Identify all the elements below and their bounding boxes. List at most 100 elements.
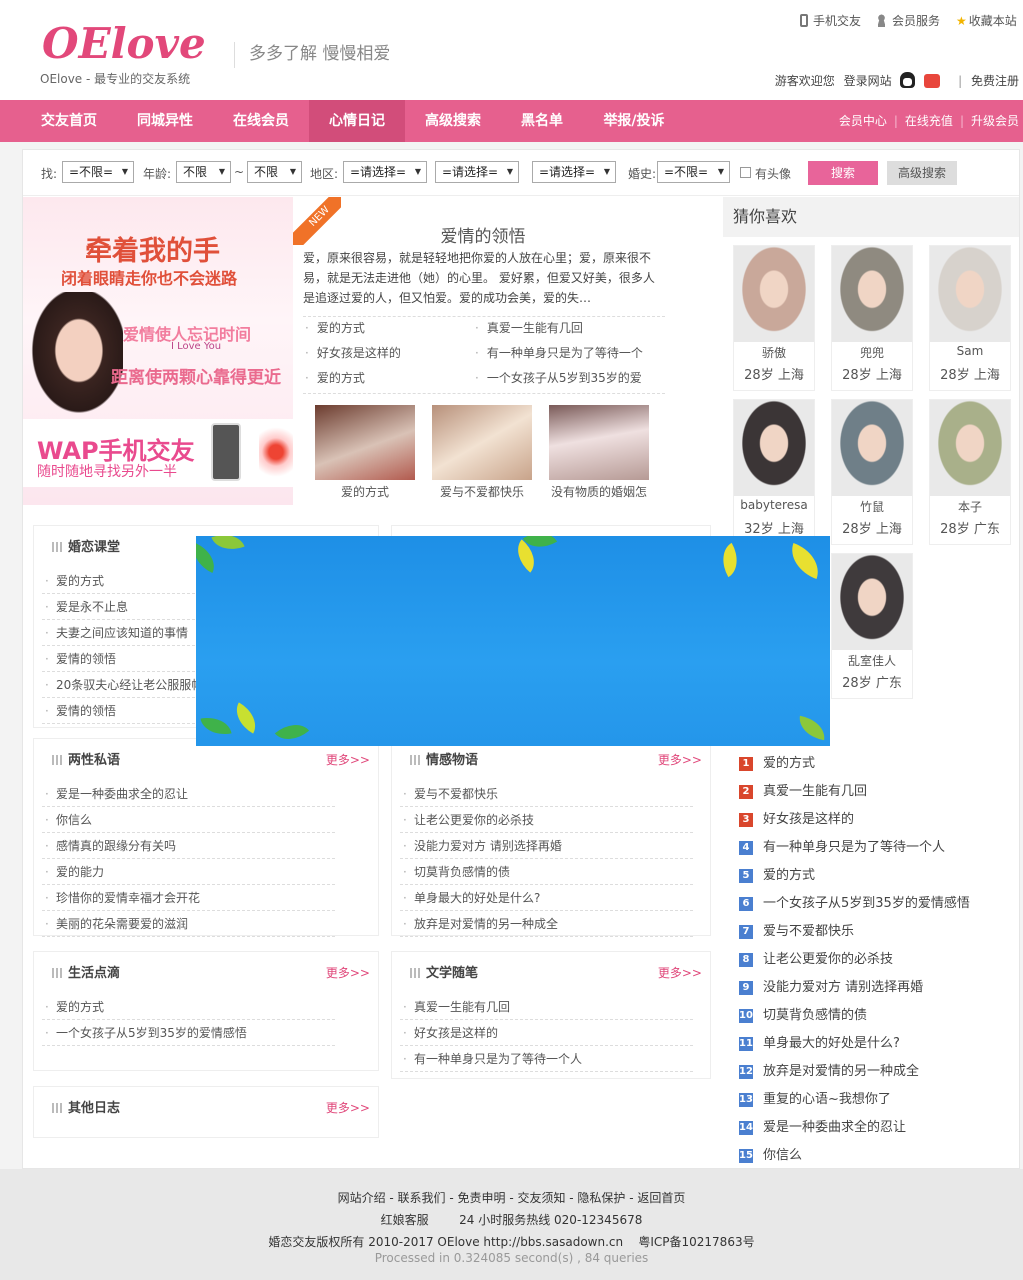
gender-select[interactable]: =不限= [62,161,134,183]
province-select[interactable]: =请选择= [343,161,427,183]
rank-title[interactable]: 你信么 [763,1148,802,1163]
more-link[interactable]: 更多>> [658,751,702,768]
featured-link[interactable]: 真爱一生能有几回 [475,319,583,336]
featured-link[interactable]: 有一种单身只是为了等待一个 [475,344,643,361]
list-item[interactable]: 单身最大的好处是什么? [400,885,693,911]
profile-name[interactable]: 竹鼠 [832,498,912,515]
ranking-item[interactable]: 4 有一种单身只是为了等待一个人 [739,836,945,855]
rank-title[interactable]: 爱的方式 [763,868,815,883]
list-item[interactable]: 爱与不爱都快乐 [400,781,693,807]
age-to-select[interactable]: 不限 [247,161,302,183]
profile-name[interactable]: babyteresa [734,498,814,512]
advanced-search-button[interactable]: 高级搜索 [887,161,957,185]
ranking-item[interactable]: 3 好女孩是这样的 [739,808,854,827]
thumb-caption[interactable]: 爱与不爱都快乐 [422,483,542,500]
ranking-item[interactable]: 15 你信么 [739,1144,802,1163]
ranking-item[interactable]: 13 重复的心语~我想你了 [739,1088,891,1107]
profile-card[interactable]: babyteresa 32岁 上海 [733,399,815,545]
more-link[interactable]: 更多>> [326,1099,370,1116]
mobile-link[interactable]: 手机交友 [800,12,861,29]
rank-title[interactable]: 没能力爱对方 请别选择再婚 [763,980,923,995]
qq-login-icon[interactable] [900,72,916,88]
nav-diary[interactable]: 心情日记 [309,100,405,142]
ad-overlay[interactable] [196,536,830,746]
list-item[interactable]: 珍惜你的爱情幸福才会开花 [42,885,335,911]
nav-advanced-search[interactable]: 高级搜索 [406,100,500,142]
thumb-image[interactable] [432,405,532,480]
profile-name[interactable]: 本子 [930,498,1010,515]
profile-name[interactable]: Sam [930,344,1010,358]
has-avatar-checkbox[interactable] [740,167,751,178]
nav-online[interactable]: 在线会员 [214,100,308,142]
rank-title[interactable]: 重复的心语~我想你了 [763,1092,891,1107]
thumb-image[interactable] [549,405,649,480]
recharge-link[interactable]: 在线充值 [905,114,953,128]
bookmark-link[interactable]: ★ 收藏本站 [956,12,1017,29]
rank-title[interactable]: 真爱一生能有几回 [763,784,867,799]
more-link[interactable]: 更多>> [326,751,370,768]
ranking-item[interactable]: 8 让老公更爱你的必杀技 [739,948,893,967]
ranking-item[interactable]: 14 爱是一种委曲求全的忍让 [739,1116,906,1135]
profile-card[interactable]: 乱室佳人 28岁 广东 [831,553,913,699]
weibo-login-icon[interactable] [924,74,941,88]
list-item[interactable]: 真爱一生能有几回 [400,994,693,1020]
profile-card[interactable]: 兜兜 28岁 上海 [831,245,913,391]
thumb-image[interactable] [315,405,415,480]
list-item[interactable]: 有一种单身只是为了等待一个人 [400,1046,693,1072]
ranking-item[interactable]: 11 单身最大的好处是什么? [739,1032,900,1051]
search-button[interactable]: 搜索 [808,161,878,185]
marriage-select[interactable]: =不限= [657,161,730,183]
list-item[interactable]: 切莫背负感情的债 [400,859,693,885]
rank-title[interactable]: 爱的方式 [763,756,815,771]
register-link[interactable]: 免费注册 [971,74,1019,88]
list-item[interactable]: 感情真的跟缘分有关吗 [42,833,335,859]
logo[interactable]: OElove [40,14,210,70]
featured-title[interactable]: 爱情的领悟 [303,222,663,247]
rank-title[interactable]: 好女孩是这样的 [763,812,854,827]
featured-link[interactable]: 爱的方式 [305,319,365,336]
featured-link[interactable]: 一个女孩子从5岁到35岁的爱 [475,369,642,386]
profile-card[interactable]: 骄傲 28岁 上海 [733,245,815,391]
profile-card[interactable]: Sam 28岁 上海 [929,245,1011,391]
ranking-item[interactable]: 12 放弃是对爱情的另一种成全 [739,1060,919,1079]
list-item[interactable]: 爱的方式 [42,994,335,1020]
list-item[interactable]: 美丽的花朵需要爱的滋润 [42,911,335,937]
footer-links[interactable]: 网站介绍 - 联系我们 - 免责申明 - 交友须知 - 隐私保护 - 返回首页 [0,1189,1023,1206]
profile-photo[interactable] [734,246,814,342]
ranking-item[interactable]: 1 爱的方式 [739,752,815,771]
rank-title[interactable]: 切莫背负感情的债 [763,1008,867,1023]
member-service-link[interactable]: 会员服务 [876,12,940,29]
featured-link[interactable]: 爱的方式 [305,369,365,386]
profile-photo[interactable] [832,400,912,496]
more-link[interactable]: 更多>> [658,964,702,981]
district-select[interactable]: =请选择= [532,161,616,183]
featured-link[interactable]: 好女孩是这样的 [305,344,401,361]
rank-title[interactable]: 爱与不爱都快乐 [763,924,854,939]
list-item[interactable]: 让老公更爱你的必杀技 [400,807,693,833]
login-link[interactable]: 登录网站 [844,74,892,88]
city-select[interactable]: =请选择= [435,161,519,183]
profile-photo[interactable] [930,400,1010,496]
list-item[interactable]: 爱是一种委曲求全的忍让 [42,781,335,807]
list-item[interactable]: 爱的能力 [42,859,335,885]
list-item[interactable]: 放弃是对爱情的另一种成全 [400,911,693,937]
ranking-item[interactable]: 10 切莫背负感情的债 [739,1004,867,1023]
rank-title[interactable]: 放弃是对爱情的另一种成全 [763,1064,919,1079]
profile-card[interactable]: 本子 28岁 广东 [929,399,1011,545]
profile-photo[interactable] [930,246,1010,342]
ranking-item[interactable]: 6 一个女孩子从5岁到35岁的爱情感悟 [739,892,970,911]
ranking-item[interactable]: 5 爱的方式 [739,864,815,883]
list-item[interactable]: 一个女孩子从5岁到35岁的爱情感悟 [42,1020,335,1046]
thumb-caption[interactable]: 没有物质的婚姻怎 [539,483,659,500]
nav-local[interactable]: 同城异性 [118,100,212,142]
ranking-item[interactable]: 7 爱与不爱都快乐 [739,920,854,939]
upgrade-link[interactable]: 升级会员 [971,114,1019,128]
profile-photo[interactable] [734,400,814,496]
profile-name[interactable]: 骄傲 [734,344,814,361]
list-item[interactable]: 好女孩是这样的 [400,1020,693,1046]
nav-home[interactable]: 交友首页 [22,100,116,142]
rank-title[interactable]: 单身最大的好处是什么? [763,1036,900,1051]
list-item[interactable]: 没能力爱对方 请别选择再婚 [400,833,693,859]
member-center-link[interactable]: 会员中心 [839,114,887,128]
nav-report[interactable]: 举报/投诉 [586,100,682,142]
